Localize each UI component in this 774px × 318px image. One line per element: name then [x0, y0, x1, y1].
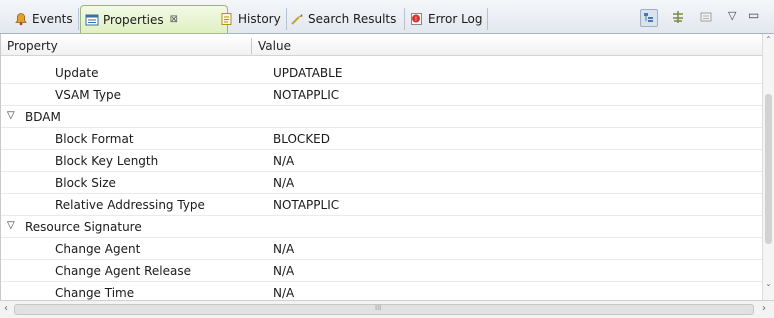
view-tab-bar: Events Properties ⊠ History Search Resul… [0, 0, 774, 34]
show-advanced-icon[interactable] [670, 9, 688, 27]
collapse-toggle-icon[interactable]: ▽ [7, 110, 15, 121]
table-group-row[interactable]: ▽ BDAM [1, 106, 762, 128]
property-name: Change Time [55, 286, 135, 300]
property-value: N/A [273, 242, 295, 256]
scroll-up-icon[interactable]: ˆ [766, 36, 771, 47]
properties-icon [85, 13, 99, 27]
property-value: BLOCKED [273, 132, 331, 146]
property-name: Relative Addressing Type [55, 198, 205, 212]
tab-label: Search Results [308, 12, 397, 26]
property-name: Change Agent [55, 242, 141, 256]
vertical-scroll-thumb[interactable] [765, 94, 772, 244]
value-column-header[interactable]: Value [258, 39, 291, 53]
property-value: N/A [273, 264, 295, 278]
tab-history[interactable]: History [220, 5, 281, 33]
tab-label: Properties [103, 12, 164, 27]
show-categories-icon[interactable] [640, 9, 658, 27]
table-row[interactable]: Change Agent Release N/A [1, 260, 762, 282]
property-value: UPDATABLE [273, 66, 343, 80]
minimize-icon[interactable]: ▭ [748, 8, 759, 22]
tab-properties[interactable]: Properties ⊠ [80, 5, 228, 33]
bell-icon [14, 12, 28, 26]
tab-divider [78, 8, 79, 30]
table-group-row[interactable]: ▽ Resource Signature [1, 216, 762, 238]
table-row[interactable]: Block Size N/A [1, 172, 762, 194]
tab-error-log[interactable]: ! Error Log [410, 5, 483, 33]
vertical-scrollbar[interactable]: ˆ ˇ [762, 34, 774, 300]
table-row[interactable]: Change Agent N/A [1, 238, 762, 260]
property-value: NOTAPPLIC [273, 88, 340, 102]
group-name: BDAM [25, 110, 61, 124]
table-row[interactable]: Change Time N/A [1, 282, 762, 300]
column-divider[interactable] [251, 38, 252, 54]
scroll-grip: III [375, 304, 382, 312]
scroll-down-icon[interactable]: ˇ [766, 284, 771, 295]
property-column-header[interactable]: Property [7, 39, 58, 53]
property-value: NOTAPPLIC [273, 198, 340, 212]
property-value: N/A [273, 176, 295, 190]
table-row[interactable]: Update UPDATABLE [1, 62, 762, 84]
tab-events[interactable]: Events [14, 5, 73, 33]
tab-divider [487, 8, 488, 30]
close-tab-icon[interactable]: ⊠ [170, 14, 178, 25]
scroll-right-icon[interactable]: › [762, 303, 766, 314]
tab-search-results[interactable]: Search Results [290, 5, 396, 33]
property-name: Change Agent Release [55, 264, 191, 278]
group-name: Resource Signature [25, 220, 142, 234]
search-results-icon [290, 12, 304, 26]
table-header: Property Value [1, 36, 762, 56]
tab-label: Events [32, 12, 73, 26]
property-name: Block Format [55, 132, 134, 146]
tab-divider [286, 8, 287, 30]
restore-default-icon[interactable] [698, 9, 716, 27]
tab-divider [404, 8, 405, 30]
error-log-icon: ! [410, 12, 424, 26]
svg-text:!: ! [415, 16, 417, 23]
properties-table: Property Value Update UPDATABLE VSAM Typ… [0, 34, 762, 300]
property-value: N/A [273, 286, 295, 300]
property-name: VSAM Type [55, 88, 121, 102]
horizontal-scroll-thumb[interactable]: III [14, 304, 754, 315]
table-row[interactable]: Block Format BLOCKED [1, 128, 762, 150]
tab-label: Error Log [428, 12, 483, 26]
table-row[interactable]: Block Key Length N/A [1, 150, 762, 172]
table-row[interactable]: Relative Addressing Type NOTAPPLIC [1, 194, 762, 216]
property-value: N/A [273, 154, 295, 168]
view-menu-icon[interactable]: ▽ [728, 9, 736, 22]
table-row[interactable]: VSAM Type NOTAPPLIC [1, 84, 762, 106]
property-name: Block Size [55, 176, 116, 190]
scroll-left-icon[interactable]: ‹ [4, 303, 8, 314]
property-name: Update [55, 66, 99, 80]
tab-label: History [238, 12, 281, 26]
history-icon [220, 12, 234, 26]
collapse-toggle-icon[interactable]: ▽ [7, 220, 15, 231]
property-name: Block Key Length [55, 154, 159, 168]
horizontal-scrollbar[interactable]: ‹ III › [0, 300, 774, 318]
